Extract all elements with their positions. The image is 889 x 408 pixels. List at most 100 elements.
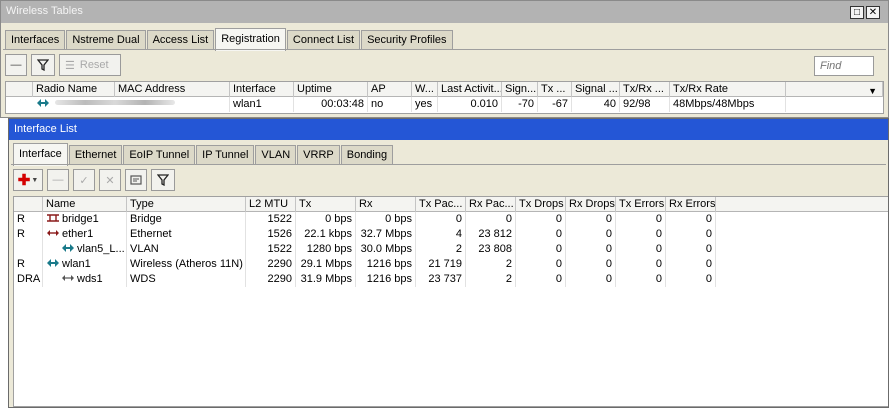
table-row[interactable]: R ether1 Ethernet 1526 22.1 kbps 32.7 Mb… <box>14 227 888 242</box>
registration-toolbar: — ☰ Reset <box>5 54 884 76</box>
table-row[interactable]: DRA wds1 WDS 2290 31.9 Mbps 1216 bps 23 … <box>14 272 888 287</box>
reset-button[interactable]: ☰ Reset <box>59 54 121 76</box>
rx-errors-cell: 0 <box>666 257 716 272</box>
col-txrx-rate[interactable]: Tx/Rx Rate <box>670 82 786 97</box>
tx-errors-cell: 0 <box>616 242 666 257</box>
remove-button[interactable]: — <box>47 169 69 191</box>
tx-cell: 22.1 kbps <box>296 227 356 242</box>
rx-cell: 1216 bps <box>356 272 416 287</box>
tab-security-profiles[interactable]: Security Profiles <box>361 30 453 50</box>
comment-icon <box>130 174 142 185</box>
interface-cell: wlan1 <box>230 97 294 112</box>
tab-vlan[interactable]: VLAN <box>255 145 297 165</box>
rx-errors-cell: 0 <box>666 212 716 227</box>
wireless-tables-titlebar[interactable]: Wireless Tables □ ✕ <box>1 1 888 23</box>
tab-eoip-tunnel[interactable]: EoIP Tunnel <box>123 145 196 165</box>
comment-button[interactable] <box>125 169 147 191</box>
tab-nstreme-dual[interactable]: Nstreme Dual <box>66 30 146 50</box>
rx-errors-cell: 0 <box>666 242 716 257</box>
tab-vrrp[interactable]: VRRP <box>297 145 340 165</box>
col-w[interactable]: W... <box>412 82 438 97</box>
col-rx[interactable]: Rx <box>356 197 416 212</box>
l2mtu-cell: 1522 <box>246 212 296 227</box>
tab-ip-tunnel[interactable]: IP Tunnel <box>196 145 255 165</box>
col-tx[interactable]: Tx ... <box>538 82 572 97</box>
tab-ethernet[interactable]: Ethernet <box>68 145 123 165</box>
filter-button[interactable] <box>151 169 175 191</box>
col-tx-drops[interactable]: Tx Drops <box>516 197 566 212</box>
table-header: Name Type L2 MTU Tx Rx Tx Pac... Rx Pac.… <box>14 197 888 212</box>
col-signal2[interactable]: Signal ... <box>572 82 620 97</box>
table-row[interactable]: R bridge1 Bridge 1522 0 bps 0 bps 0 0 0 … <box>14 212 888 227</box>
col-uptime[interactable]: Uptime <box>294 82 368 97</box>
col-flags[interactable] <box>14 197 43 212</box>
tab-interface[interactable]: Interface <box>13 143 68 166</box>
col-radio-name[interactable]: Radio Name <box>33 82 115 97</box>
col-interface[interactable]: Interface <box>230 82 294 97</box>
interface-list-titlebar[interactable]: Interface List <box>9 119 888 140</box>
tx-drops-cell: 0 <box>516 242 566 257</box>
add-button[interactable]: ✚ ▼ <box>13 169 43 191</box>
plus-icon: ✚ <box>17 172 31 189</box>
wireless-icon <box>37 99 49 107</box>
find-input[interactable] <box>814 56 874 76</box>
tab-bonding[interactable]: Bonding <box>340 145 394 165</box>
col-rx-packets[interactable]: Rx Pac... <box>466 197 516 212</box>
rx-packets-cell: 23 812 <box>466 227 516 242</box>
tab-access-list[interactable]: Access List <box>146 30 215 50</box>
check-icon: ✓ <box>79 174 89 187</box>
col-tx-packets[interactable]: Tx Pac... <box>416 197 466 212</box>
registration-table: Radio Name MAC Address Interface Uptime … <box>5 81 884 114</box>
col-name[interactable]: Name <box>43 197 127 212</box>
col-signal[interactable]: Sign... <box>502 82 538 97</box>
col-mac-address[interactable]: MAC Address <box>115 82 230 97</box>
close-button[interactable]: ✕ <box>866 6 880 19</box>
tab-interfaces[interactable]: Interfaces <box>5 30 66 50</box>
table-row[interactable]: wlan1 00:03:48 no yes 0.010 -70 -67 40 9… <box>6 97 883 112</box>
ethernet-icon <box>47 230 59 236</box>
col-l2-mtu[interactable]: L2 MTU <box>246 197 296 212</box>
tab-connect-list[interactable]: Connect List <box>286 30 361 50</box>
table-row[interactable]: R wlan1 Wireless (Atheros 11N) 2290 29.1… <box>14 257 888 272</box>
name-cell: vlan5_L... <box>43 242 127 257</box>
tx-drops-cell: 0 <box>516 272 566 287</box>
tx-cell: 29.1 Mbps <box>296 257 356 272</box>
tx-drops-cell: 0 <box>516 227 566 242</box>
disable-button[interactable]: ✕ <box>99 169 121 191</box>
name-cell: ether1 <box>43 227 127 242</box>
table-row[interactable]: vlan5_L... VLAN 1522 1280 bps 30.0 Mbps … <box>14 242 888 257</box>
col-rx-drops[interactable]: Rx Drops <box>566 197 616 212</box>
col-type[interactable]: Type <box>127 197 246 212</box>
tx-packets-cell: 23 737 <box>416 272 466 287</box>
signal2-cell: 40 <box>572 97 620 112</box>
type-cell: Bridge <box>127 212 246 227</box>
rx-errors-cell: 0 <box>666 272 716 287</box>
tx-packets-cell: 21 719 <box>416 257 466 272</box>
col-tx-errors[interactable]: Tx Errors <box>616 197 666 212</box>
filter-button[interactable] <box>31 54 55 76</box>
tab-registration[interactable]: Registration <box>215 28 286 51</box>
col-tx[interactable]: Tx <box>296 197 356 212</box>
tx-drops-cell: 0 <box>516 212 566 227</box>
col-ap[interactable]: AP <box>368 82 412 97</box>
tx-errors-cell: 0 <box>616 272 666 287</box>
window-title: Interface List <box>14 123 77 135</box>
remove-button[interactable]: — <box>5 54 27 76</box>
rx-errors-cell: 0 <box>666 227 716 242</box>
txrx-rate-cell: 48Mbps/48Mbps <box>670 97 786 112</box>
rx-drops-cell: 0 <box>566 212 616 227</box>
flags-cell: R <box>14 257 43 272</box>
maximize-button[interactable]: □ <box>850 6 864 19</box>
type-cell: WDS <box>127 272 246 287</box>
tx-cell: 1280 bps <box>296 242 356 257</box>
col-txrx[interactable]: Tx/Rx ... <box>620 82 670 97</box>
col-rx-errors[interactable]: Rx Errors <box>666 197 716 212</box>
rx-cell: 1216 bps <box>356 257 416 272</box>
enable-button[interactable]: ✓ <box>73 169 95 191</box>
name-cell: bridge1 <box>43 212 127 227</box>
window-title: Wireless Tables <box>6 5 83 17</box>
type-cell: Wireless (Atheros 11N) <box>127 257 246 272</box>
column-chooser[interactable]: ▼ <box>786 82 883 97</box>
col-last-activity[interactable]: Last Activit... <box>438 82 502 97</box>
name-cell: wlan1 <box>43 257 127 272</box>
